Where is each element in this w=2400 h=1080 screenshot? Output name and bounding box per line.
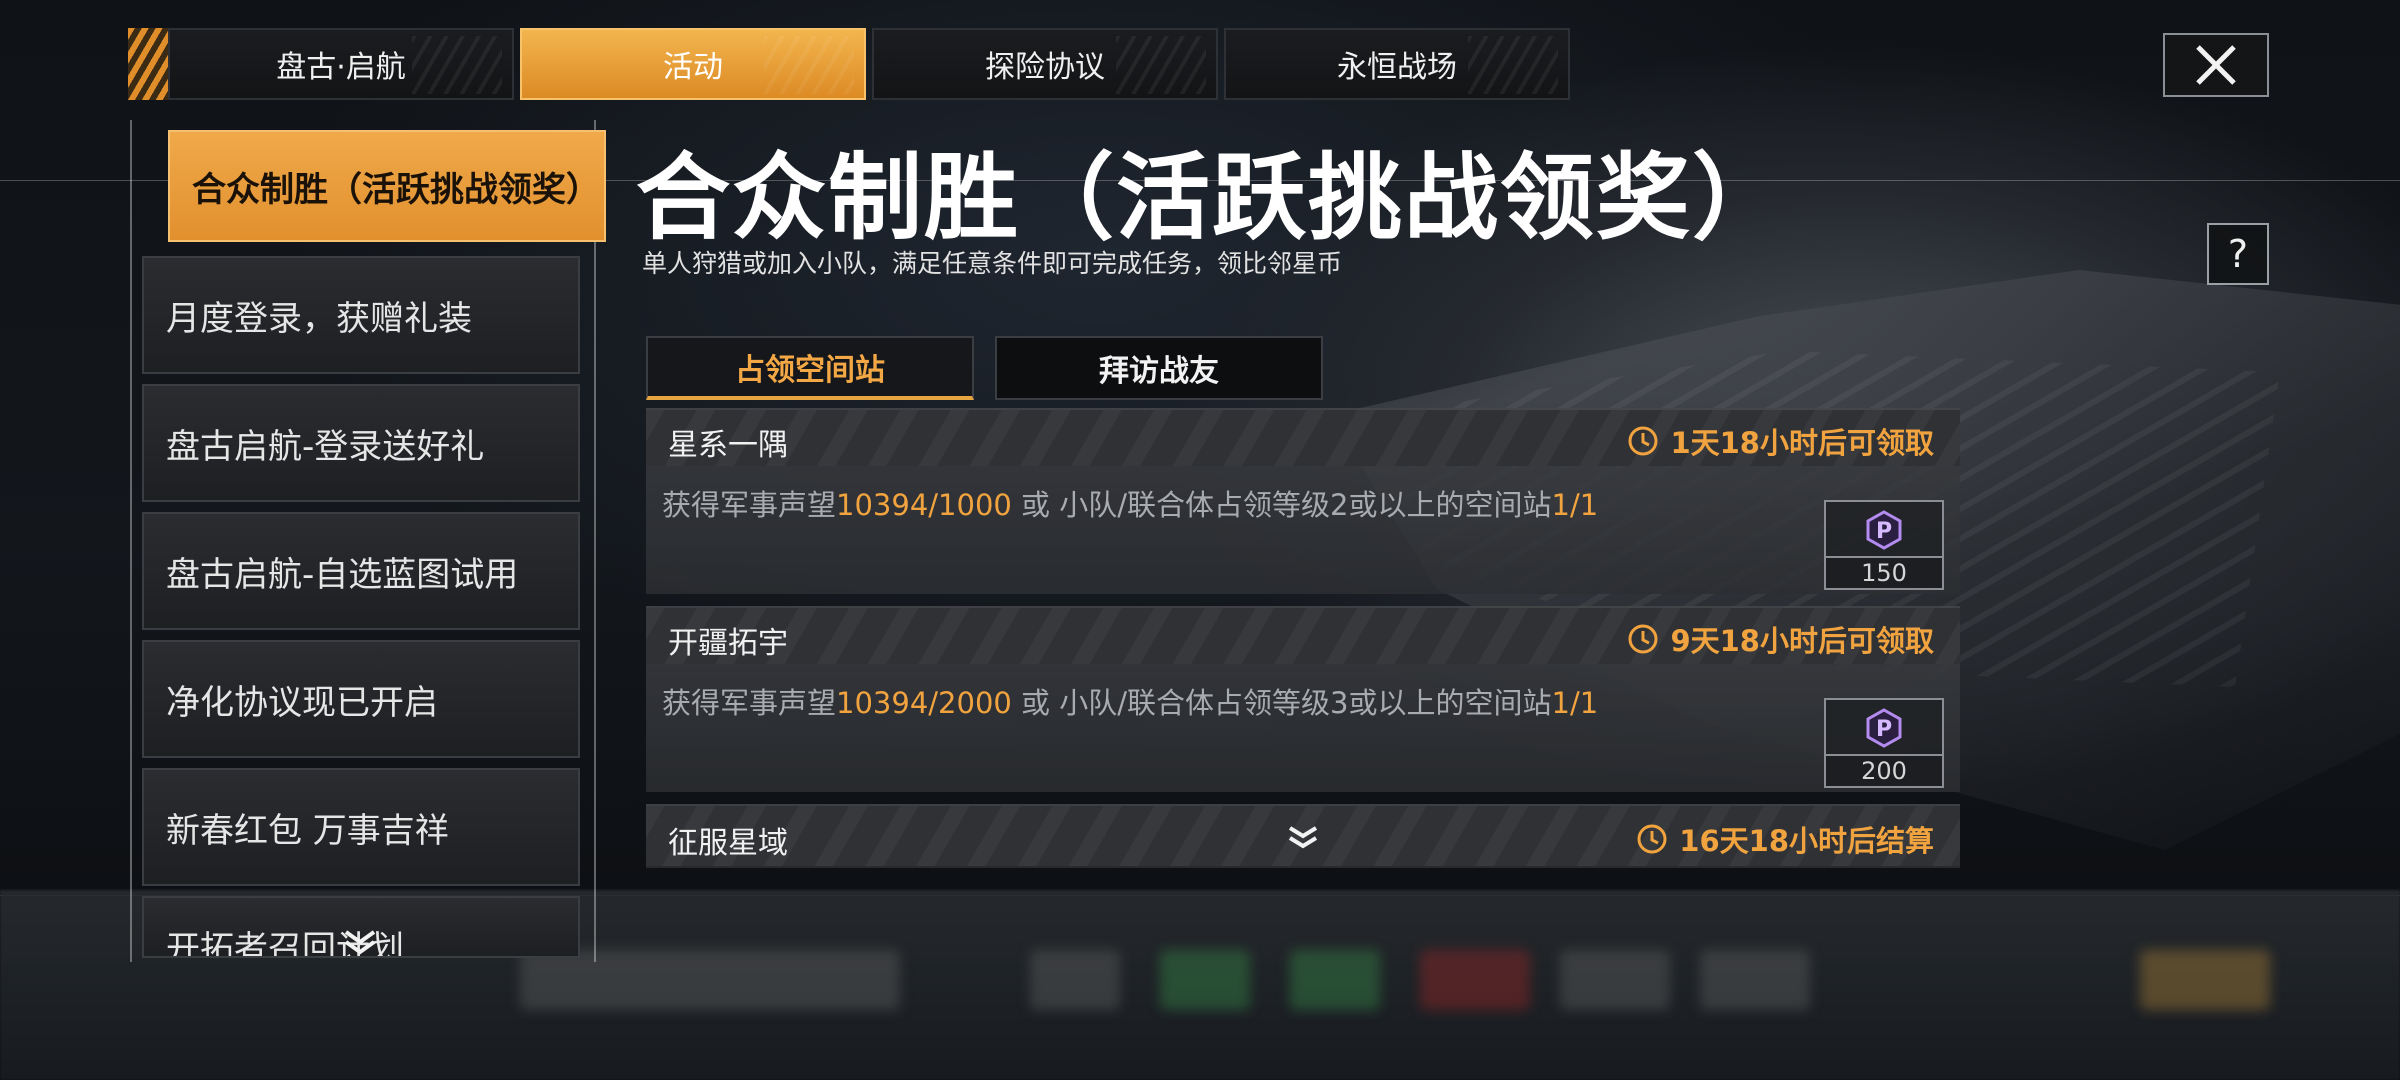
task-description: 获得军事声望10394/2000 或 小队/联合体占领等级3或以上的空间站1/1: [662, 680, 1598, 722]
tab-eternal-battlefield[interactable]: 永恒战场: [1224, 28, 1570, 100]
blurred-hud-icon: [1160, 950, 1250, 1010]
reward-count: 200: [1826, 754, 1942, 786]
sidebar-item-label: 新春红包 万事吉祥: [166, 810, 449, 851]
desc-progress: 10394/1000: [836, 488, 1012, 522]
task-card: 开疆拓宇 9天18小时后可领取 获得军事声望10394/2000 或 小队/联合…: [646, 606, 1960, 792]
task-header[interactable]: 征服星域 16天18小时后结算: [646, 806, 1960, 866]
desc-text: 获得军事声望: [662, 488, 837, 522]
tab-decoration: [764, 36, 854, 94]
sidebar-item-purification-protocol[interactable]: 净化协议现已开启: [142, 640, 580, 758]
sidebar-item-joint-victory[interactable]: 合众制胜（活跃挑战领奖）: [168, 130, 606, 242]
task-timer: 9天18小时后可领取: [1626, 618, 1934, 660]
task-timer: 1天18小时后可领取: [1626, 420, 1934, 462]
tab-decoration: [1468, 36, 1558, 94]
tab-exploration-protocol[interactable]: 探险协议: [872, 28, 1218, 100]
clock-icon: [1628, 624, 1658, 654]
page-subtitle: 单人狩猎或加入小队，满足任意条件即可完成任务，领比邻星币: [642, 249, 1343, 278]
tab-decoration: [412, 36, 502, 94]
blurred-hud-icon: [1030, 950, 1120, 1010]
task-time-text: 16天18小时后结算: [1679, 824, 1934, 858]
task-name: 开疆拓宇: [668, 626, 788, 661]
help-button[interactable]: ?: [2207, 223, 2269, 285]
chevron-down-icon[interactable]: [340, 928, 380, 958]
sidebar-item-label: 净化协议现已开启: [166, 682, 438, 723]
task-card: 星系一隅 1天18小时后可领取 获得军事声望10394/1000 或 小队/联合…: [646, 408, 1960, 594]
help-icon: ?: [2227, 232, 2249, 276]
tab-decoration: [1116, 36, 1206, 94]
task-time-text: 1天18小时后可领取: [1670, 426, 1934, 460]
svg-text:P: P: [1876, 717, 1892, 742]
chevron-down-icon[interactable]: [1286, 824, 1320, 852]
tab-label: 盘古·启航: [276, 50, 406, 85]
task-header: 开疆拓宇 9天18小时后可领取: [646, 608, 1960, 664]
subtab-label: 拜访战友: [1099, 354, 1219, 389]
sidebar-item-new-year-red-packet[interactable]: 新春红包 万事吉祥: [142, 768, 580, 886]
subtab-visit-ally[interactable]: 拜访战友: [995, 336, 1323, 400]
sidebar-item-label: 月度登录，获赠礼装: [166, 298, 472, 339]
blurred-hud-icon: [2140, 950, 2270, 1010]
tab-label: 活动: [663, 50, 723, 85]
task-header: 星系一隅 1天18小时后可领取: [646, 410, 1960, 466]
reward-item[interactable]: P 200: [1824, 698, 1944, 788]
desc-text: 或 小队/联合体占领等级2或以上的空间站: [1011, 488, 1552, 522]
blurred-hud-icon: [1700, 950, 1810, 1010]
tab-events[interactable]: 活动: [520, 28, 866, 100]
desc-text: 获得军事声望: [662, 686, 837, 720]
sidebar-item-label: 盘古启航-登录送好礼: [166, 426, 485, 467]
desc-progress: 10394/2000: [836, 686, 1012, 720]
sidebar-item-pangu-blueprint-trial[interactable]: 盘古启航-自选蓝图试用: [142, 512, 580, 630]
desc-text: 或 小队/联合体占领等级3或以上的空间站: [1011, 686, 1552, 720]
currency-icon: P: [1866, 708, 1902, 748]
sidebar-item-monthly-login[interactable]: 月度登录，获赠礼装: [142, 256, 580, 374]
blurred-hud-icon: [1420, 950, 1530, 1010]
reward-item[interactable]: P 150: [1824, 500, 1944, 590]
task-name: 征服星域: [668, 826, 788, 861]
svg-text:P: P: [1876, 519, 1892, 544]
reward-count: 150: [1826, 556, 1942, 588]
blurred-hud-icon: [1560, 950, 1670, 1010]
top-tabs: 盘古·启航 活动 探险协议 永恒战场: [128, 28, 1576, 100]
tab-label: 探险协议: [985, 50, 1105, 85]
task-timer: 16天18小时后结算: [1635, 818, 1934, 860]
task-card: 征服星域 16天18小时后结算: [646, 804, 1960, 868]
tab-pangu-launch[interactable]: 盘古·启航: [168, 28, 514, 100]
desc-progress: 1/1: [1551, 488, 1599, 522]
subtab-occupy-station[interactable]: 占领空间站: [646, 336, 974, 400]
subtab-label: 占领空间站: [735, 353, 885, 388]
task-name: 星系一隅: [668, 428, 788, 463]
clock-icon: [1637, 824, 1667, 854]
sidebar-item-label: 合众制胜（活跃挑战领奖）: [192, 169, 600, 210]
desc-progress: 1/1: [1551, 686, 1599, 720]
sidebar-item-pangu-login-gift[interactable]: 盘古启航-登录送好礼: [142, 384, 580, 502]
tab-label: 永恒战场: [1337, 50, 1457, 85]
close-button[interactable]: [2163, 33, 2269, 97]
blurred-hud-icon: [1290, 950, 1380, 1010]
task-time-text: 9天18小时后可领取: [1670, 624, 1934, 658]
close-icon: [2196, 45, 2236, 85]
task-description: 获得军事声望10394/1000 或 小队/联合体占领等级2或以上的空间站1/1: [662, 482, 1598, 524]
currency-icon: P: [1866, 510, 1902, 550]
clock-icon: [1628, 426, 1658, 456]
sidebar-item-label: 盘古启航-自选蓝图试用: [166, 554, 519, 595]
page-title: 合众制胜（活跃挑战领奖）: [636, 144, 1789, 253]
